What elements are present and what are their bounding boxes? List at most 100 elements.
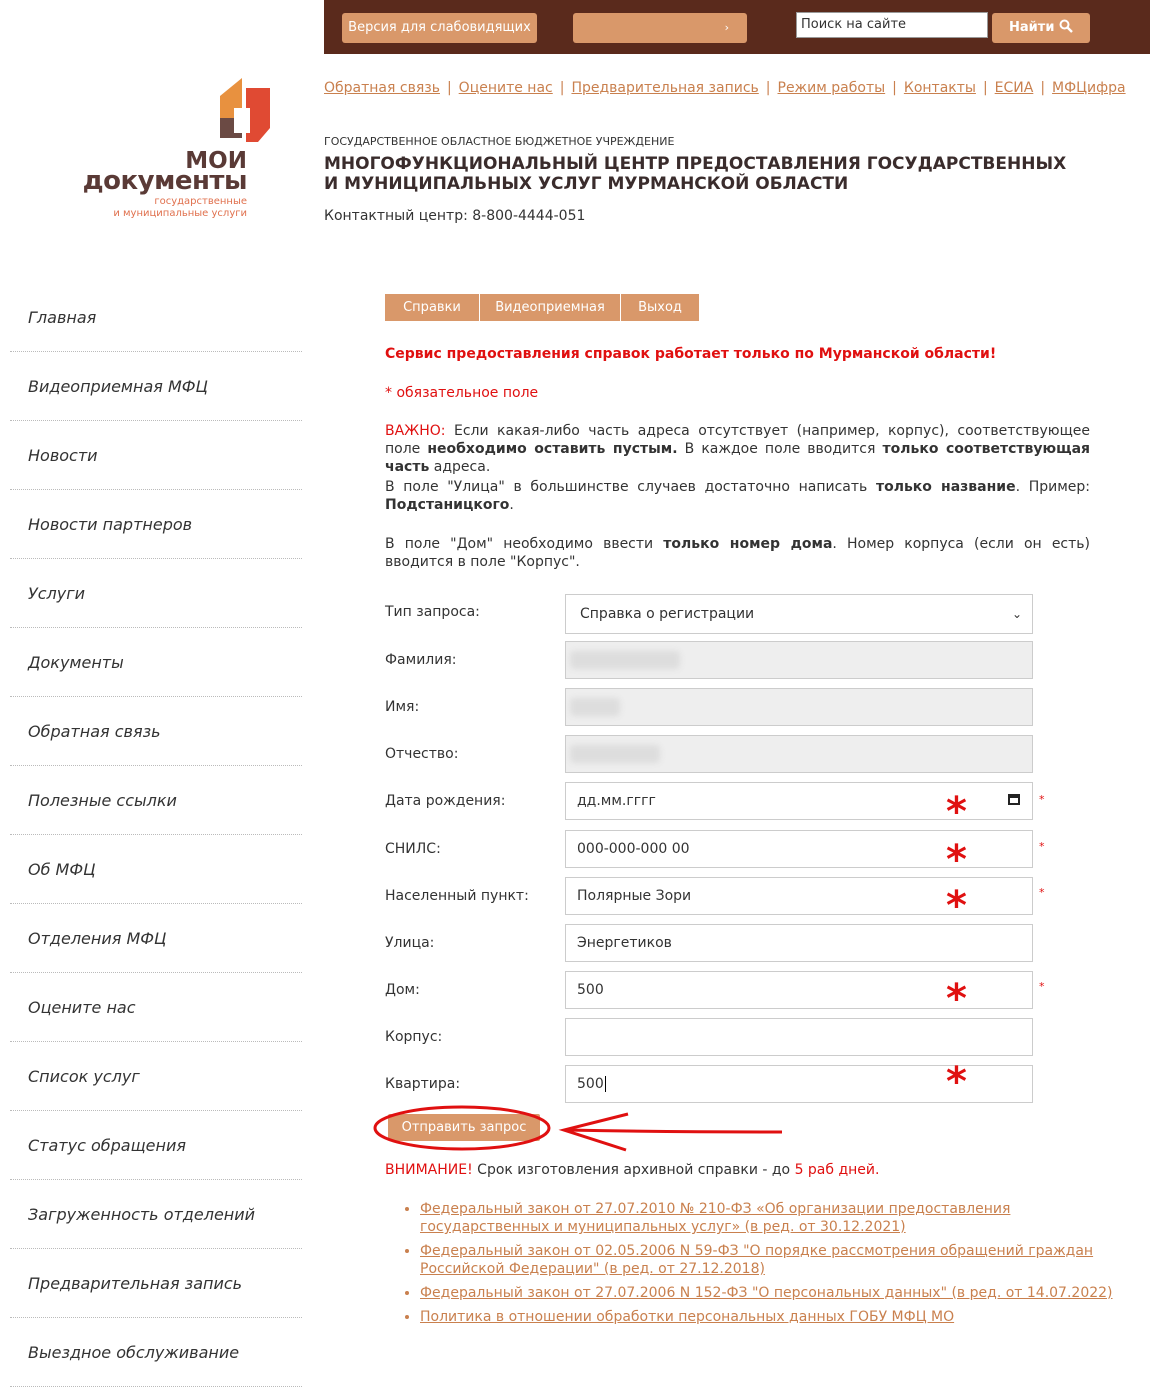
redacted-value <box>570 698 620 716</box>
link-separator: | <box>1040 80 1046 96</box>
header-link-schedule[interactable]: Режим работы <box>778 80 886 96</box>
region-notice: Сервис предоставления справок работает т… <box>385 346 997 362</box>
building-field[interactable] <box>565 1018 1033 1056</box>
chevron-down-icon: ⌄ <box>1011 607 1022 621</box>
calendar-icon[interactable] <box>1008 794 1020 805</box>
low-vision-button[interactable]: Версия для слабовидящих <box>342 13 537 43</box>
required-field-note: * обязательное поле <box>385 385 539 401</box>
header-link-mfcifra[interactable]: МФЦифра <box>1052 80 1126 96</box>
request-type-value: Справка о регистрации <box>580 606 755 622</box>
privacy-policy-link[interactable]: Политика в отношении обработки персональ… <box>420 1309 954 1325</box>
sidebar-item-partner-news[interactable]: Новости партнеров <box>10 490 302 559</box>
archive-deadline-note: ВНИМАНИЕ! Срок изготовления архивной спр… <box>385 1162 879 1178</box>
link-separator: | <box>446 80 452 96</box>
mfc-logo-icon[interactable] <box>220 78 270 143</box>
header-link-esia[interactable]: ЕСИА <box>995 80 1034 96</box>
law-link-210fz[interactable]: Федеральный закон от 27.07.2010 № 210-ФЗ… <box>420 1201 1010 1235</box>
sidebar-item-status[interactable]: Статус обращения <box>10 1111 302 1180</box>
search-icon <box>1059 19 1073 33</box>
surname-label: Фамилия: <box>385 652 457 668</box>
sidebar-item-service-list[interactable]: Список услуг <box>10 1042 302 1111</box>
redacted-value <box>570 745 660 763</box>
para-text: адреса. <box>429 459 491 475</box>
law-links-list: Федеральный закон от 27.07.2010 № 210-ФЗ… <box>400 1200 1120 1332</box>
important-paragraph: ВАЖНО: Если какая-либо часть адреса отсу… <box>385 422 1090 476</box>
city-label: Населенный пункт: <box>385 888 529 904</box>
house-hint-paragraph: В поле "Дом" необходимо ввести только но… <box>385 535 1090 571</box>
header-link-contacts[interactable]: Контакты <box>904 80 976 96</box>
tab-certificates[interactable]: Справки <box>385 294 479 321</box>
header-link-rate[interactable]: Оцените нас <box>459 80 553 96</box>
street-field[interactable]: Энергетиков <box>565 924 1033 962</box>
header-link-appointment[interactable]: Предварительная запись <box>571 80 758 96</box>
required-marker: * <box>1039 840 1045 853</box>
sidebar-item-mobile-service[interactable]: Выездное обслуживание <box>10 1318 302 1387</box>
law-link-152fz[interactable]: Федеральный закон от 27.07.2006 N 152-ФЗ… <box>420 1285 1113 1301</box>
tab-logout[interactable]: Выход <box>621 294 699 321</box>
list-item: Федеральный закон от 27.07.2006 N 152-ФЗ… <box>420 1284 1120 1302</box>
required-star-annotation: * <box>946 976 967 1022</box>
required-star-annotation: * <box>946 883 967 929</box>
link-separator: | <box>765 80 771 96</box>
red-circle-arrow-annotation <box>373 1105 783 1152</box>
search-input[interactable]: Поиск на сайте <box>796 12 988 38</box>
request-type-label: Тип запроса: <box>385 604 480 620</box>
sidebar-item-about[interactable]: Об МФЦ <box>10 835 302 904</box>
patronymic-field[interactable] <box>565 735 1033 773</box>
sidebar-item-rate[interactable]: Оцените нас <box>10 973 302 1042</box>
tab-video-reception[interactable]: Видеоприемная <box>480 294 620 321</box>
required-marker: * <box>1039 793 1045 806</box>
redacted-value <box>570 651 680 669</box>
city-value: Полярные Зори <box>577 888 692 904</box>
text-cursor <box>604 1076 606 1092</box>
sidebar-item-offices[interactable]: Отделения МФЦ <box>10 904 302 973</box>
required-star-annotation: * <box>946 789 967 835</box>
required-marker: * <box>1039 886 1045 899</box>
patronymic-label: Отчество: <box>385 746 459 762</box>
link-separator: | <box>892 80 897 96</box>
birth-date-placeholder: дд.мм.гггг <box>577 793 656 809</box>
house-value: 500 <box>577 982 604 998</box>
sidebar-item-feedback[interactable]: Обратная связь <box>10 697 302 766</box>
required-star-annotation: * <box>946 1059 967 1105</box>
request-type-select[interactable]: Справка о регистрации ⌄ <box>565 594 1033 634</box>
attention-label: ВНИМАНИЕ! <box>385 1162 473 1178</box>
sidebar-item-home[interactable]: Главная <box>10 282 302 352</box>
snils-placeholder: 000-000-000 00 <box>577 841 690 857</box>
list-item: Федеральный закон от 02.05.2006 N 59-ФЗ … <box>420 1242 1120 1278</box>
house-label: Дом: <box>385 982 420 998</box>
birth-date-label: Дата рождения: <box>385 793 506 809</box>
search-button[interactable]: Найти <box>992 13 1090 43</box>
name-field[interactable] <box>565 688 1033 726</box>
para-bold: Подстаницкого <box>385 497 510 513</box>
sidebar-item-appointment[interactable]: Предварительная запись <box>10 1249 302 1318</box>
header-links: Обратная связь | Оцените нас | Предварительн… <box>324 80 1126 96</box>
flat-label: Квартира: <box>385 1076 461 1092</box>
name-label: Имя: <box>385 699 420 715</box>
sidebar-item-services[interactable]: Услуги <box>10 559 302 628</box>
street-value: Энергетиков <box>577 935 672 951</box>
sidebar-item-documents[interactable]: Документы <box>10 628 302 697</box>
sidebar-item-news[interactable]: Новости <box>10 421 302 490</box>
sidebar-item-video-reception[interactable]: Видеоприемная МФЦ <box>10 352 302 421</box>
surname-field[interactable] <box>565 641 1033 679</box>
para-bold: только номер дома <box>663 536 833 552</box>
law-link-59fz[interactable]: Федеральный закон от 02.05.2006 N 59-ФЗ … <box>420 1243 1093 1277</box>
important-label: ВАЖНО: <box>385 423 446 439</box>
logo-text-line2: документы <box>82 166 248 196</box>
link-separator: | <box>559 80 565 96</box>
para-text: . Пример: <box>1015 479 1090 495</box>
chevron-right-icon: › <box>724 21 729 34</box>
logo-subtitle-1: государственные <box>154 196 247 207</box>
header-link-feedback[interactable]: Обратная связь <box>324 80 440 96</box>
org-type: ГОСУДАРСТВЕННОЕ ОБЛАСТНОЕ БЮДЖЕТНОЕ УЧРЕ… <box>324 135 675 148</box>
service-tabs: Справки Видеоприемная Выход <box>385 294 700 321</box>
search-button-label: Найти <box>1009 20 1055 35</box>
para-bold: необходимо оставить пустым. <box>427 441 678 457</box>
building-label: Корпус: <box>385 1029 443 1045</box>
sidebar-item-office-load[interactable]: Загруженность отделений <box>10 1180 302 1249</box>
sidebar-item-useful-links[interactable]: Полезные ссылки <box>10 766 302 835</box>
language-select-button[interactable]: › <box>573 13 747 43</box>
snils-label: СНИЛС: <box>385 841 441 857</box>
para-text: В каждое поле вводится <box>677 441 883 457</box>
